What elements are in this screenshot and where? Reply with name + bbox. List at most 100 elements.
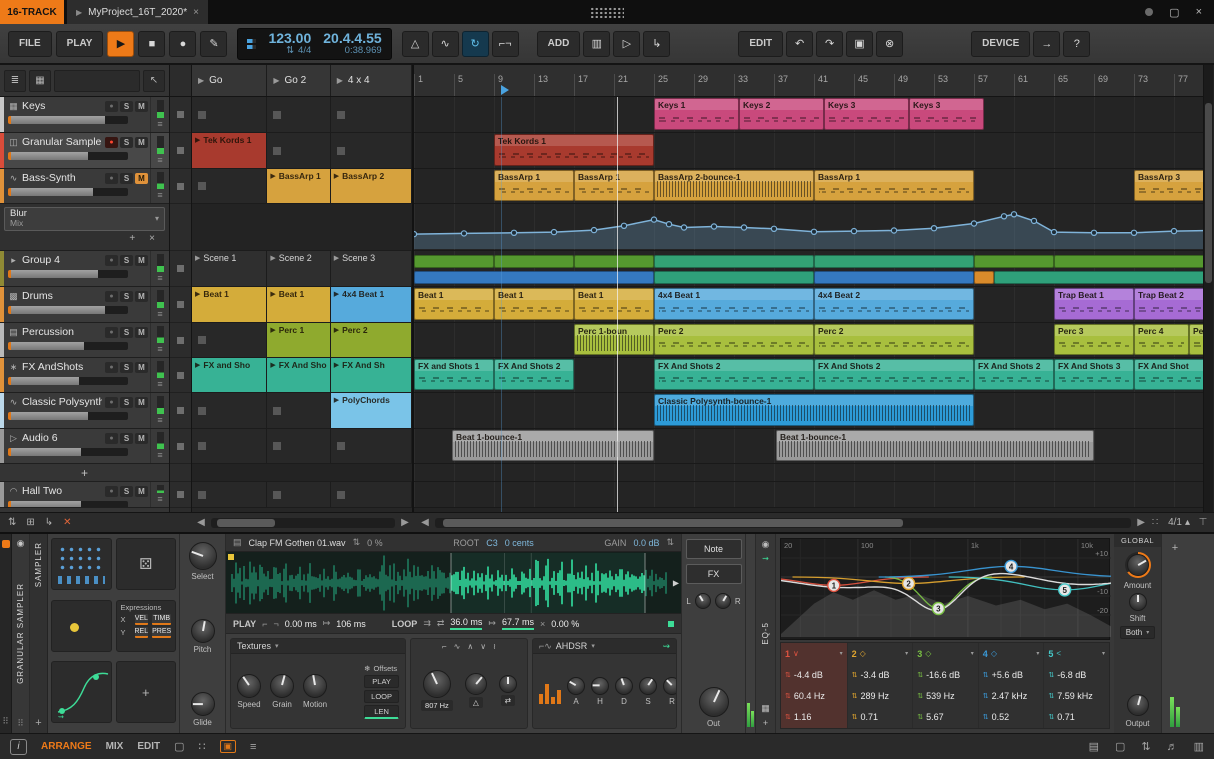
group-clip-segment[interactable] (974, 271, 994, 284)
solo-button[interactable]: S (120, 485, 133, 497)
track-row[interactable]: ▩ Drums ● S M ≡ (0, 287, 169, 323)
clip-slot[interactable]: ▶ FX And Sho (267, 358, 331, 392)
play-button[interactable]: ▶ (107, 30, 135, 57)
automation-panel-toggle-icon[interactable]: ⇅ (1141, 740, 1150, 753)
mixer-panel-toggle-icon[interactable]: ▥ (1194, 740, 1204, 753)
insert-device-button[interactable]: → (1033, 30, 1061, 57)
mute-button[interactable]: M (135, 172, 148, 184)
arranger-clip[interactable]: FX And Shots 2 (974, 359, 1054, 390)
arranger-scroll-right[interactable]: ▶ (1134, 517, 1148, 528)
device-power-icon[interactable]: ◉ (17, 538, 25, 549)
eq-band-freq[interactable]: ⇅ 539 Hz (917, 691, 974, 701)
sample-file-name[interactable]: Clap FM Gothen 01.wav (249, 538, 346, 548)
solo-button[interactable]: S (120, 326, 133, 338)
clip-play-icon[interactable]: ▶ (270, 290, 275, 298)
arm-button[interactable]: ● (105, 326, 118, 338)
clip-slot[interactable] (267, 393, 331, 428)
pres-button[interactable]: PRES (152, 626, 172, 638)
track-menu-icon[interactable]: ≡ (157, 345, 162, 354)
solo-button[interactable]: S (120, 361, 133, 373)
track-menu-icon[interactable]: ≡ (157, 274, 162, 283)
clip-play-icon[interactable]: ▶ (270, 361, 275, 369)
arm-button[interactable]: ● (105, 361, 118, 373)
amount-knob[interactable] (1126, 554, 1149, 576)
loop-length-value[interactable]: 67.7 ms (501, 617, 534, 630)
eq-band-selector[interactable]: 2 ◇ ▾ (852, 649, 909, 659)
clip-slot[interactable] (192, 97, 268, 132)
waveform-play-icon[interactable]: ▶ (673, 578, 679, 587)
scene-play-icon[interactable]: ▶ (198, 76, 204, 85)
arranger-row[interactable]: BassArp 1 BassArp 1 BassArp 2-bounce-1 Bass… (414, 169, 1203, 204)
group-clip-segment[interactable] (654, 255, 814, 268)
clip-slot[interactable] (330, 429, 412, 463)
scene-header[interactable]: ▶ Go 2 (267, 65, 331, 96)
arranger-row[interactable] (414, 482, 1203, 508)
track-menu-icon[interactable]: ≡ (157, 191, 162, 200)
grid-resolution-value[interactable]: 4/1 (1168, 517, 1182, 528)
arranger-clip[interactable]: FX and Shots 1 (414, 359, 494, 390)
eq-band-freq[interactable]: ⇅ 2.47 kHz (983, 691, 1040, 701)
mix-view-tab[interactable]: MIX (106, 741, 124, 752)
eq-band-gain[interactable]: ⇅ -6.8 dB (1048, 670, 1105, 680)
arranger-clip[interactable]: Beat 1 (574, 288, 654, 320)
automation-write-button[interactable]: ✎ (200, 30, 228, 57)
eq5-grid-icon[interactable]: ▦ (761, 703, 770, 714)
device-active-led[interactable] (1, 540, 10, 548)
clip-play-icon[interactable]: ▶ (270, 254, 275, 262)
glide-knob[interactable] (190, 692, 215, 716)
add-modulator-button[interactable]: + (35, 717, 41, 729)
clip-stop-button[interactable] (170, 323, 191, 358)
arranger-clip[interactable]: Classic Polysynth-bounce-1 (654, 394, 974, 426)
arranger-row[interactable] (414, 204, 1203, 251)
clip-play-icon[interactable]: ▶ (195, 254, 200, 262)
launcher-scrollbar-thumb[interactable] (217, 518, 275, 527)
file-menu-button[interactable]: FILE (8, 30, 52, 57)
edit-view-tab[interactable]: EDIT (137, 741, 160, 752)
gain-value[interactable]: 0.0 dB (633, 538, 659, 548)
track-menu-icon[interactable]: ≡ (157, 416, 162, 425)
arranger-clip[interactable]: Keys 1 (654, 98, 739, 130)
mute-button[interactable]: M (135, 326, 148, 338)
arranger-clip[interactable]: Beat 1-bounce-1 (452, 430, 654, 461)
mixer-view-icon-button[interactable]: ▥ (583, 30, 611, 57)
mute-button[interactable]: M (135, 290, 148, 302)
arm-button[interactable]: ● (105, 290, 118, 302)
volume-fader[interactable] (8, 188, 128, 196)
vel-button[interactable]: VEL (134, 613, 149, 625)
mute-button[interactable]: M (135, 100, 148, 112)
track-menu-icon[interactable]: ≡ (157, 310, 162, 319)
link-icon[interactable]: ∷ (199, 740, 206, 753)
arranger-clip[interactable]: Trap Beat 1 (1054, 288, 1134, 320)
group-clip-segment[interactable] (814, 271, 974, 284)
vertical-scrollbar[interactable] (1203, 65, 1213, 512)
grid-toggle-icon[interactable]: ⊞ (26, 517, 34, 528)
eq-band-freq[interactable]: ⇅ 289 Hz (852, 691, 909, 701)
device-name-column[interactable]: ◉ GRANULAR SAMPLER ⠿ (12, 534, 30, 733)
mute-button[interactable]: M (135, 254, 148, 266)
eq-band-freq[interactable]: ⇅ 7.59 kHz (1048, 691, 1105, 701)
project-tab[interactable]: ▶ MyProject_16T_2020* × (67, 0, 208, 24)
arranger-clip[interactable]: BassArp 1 (494, 170, 574, 201)
track-menu-icon[interactable]: ≡ (157, 451, 162, 460)
clip-slot[interactable]: ▶ FX and Sho (192, 358, 268, 392)
dual-display-icon[interactable]: ▢ (174, 740, 184, 753)
freeze-icon[interactable]: ❄ (364, 664, 370, 673)
arranger-clip[interactable]: BassArp 1 (574, 170, 654, 201)
grain-spread-knob[interactable] (498, 675, 517, 693)
solo-button[interactable]: S (120, 100, 133, 112)
arranger-clip[interactable]: FX And Shots 2 (494, 359, 574, 390)
clip-stop-button[interactable] (170, 133, 191, 169)
timb-button[interactable]: TIMB (152, 613, 172, 625)
eq-band-caret-icon[interactable]: ▾ (1036, 650, 1039, 657)
automation-dropdown-icon[interactable]: ▾ (155, 214, 159, 223)
arranger-scrollbar-thumb[interactable] (443, 518, 903, 527)
zoom-tools-icon[interactable]: ∷ (1148, 517, 1162, 528)
clip-slot[interactable] (267, 97, 331, 132)
xy-modulator[interactable] (51, 599, 112, 652)
select-knob[interactable] (188, 542, 217, 570)
scroll-follow-button[interactable]: ↳ (643, 30, 671, 57)
eq-band-caret-icon[interactable]: ▾ (905, 650, 908, 657)
eq-band-selector[interactable]: 5 < ▾ (1048, 649, 1105, 659)
eq-band-gain[interactable]: ⇅ +5.6 dB (983, 670, 1040, 680)
scene-play-icon[interactable]: ▶ (273, 76, 279, 85)
